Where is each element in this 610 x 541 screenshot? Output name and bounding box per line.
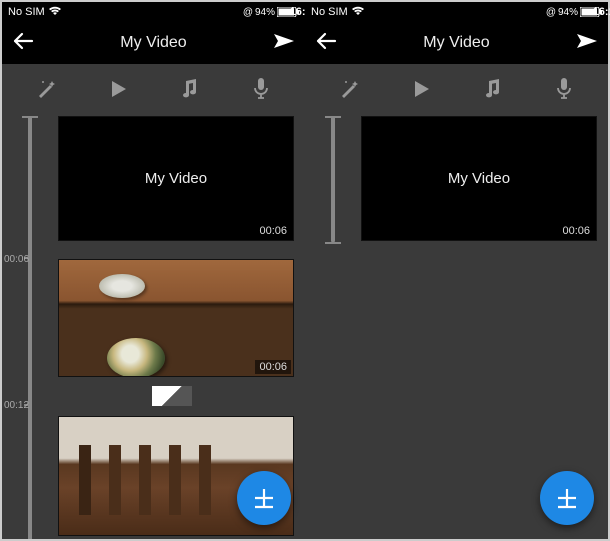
- editor-panel-right: No SIM 16:14 @ 94% My Video: [305, 2, 608, 539]
- status-bar: No SIM 16:14 @ 94%: [305, 2, 608, 22]
- timeline[interactable]: 00:06 00:12 My Video 00:06 00:06: [2, 114, 305, 539]
- carrier-label: No SIM: [311, 6, 348, 18]
- toolbar: [305, 64, 608, 114]
- mic-icon[interactable]: [241, 69, 281, 109]
- page-title: My Video: [423, 34, 489, 52]
- battery-label: 94%: [558, 7, 578, 18]
- transition-marker[interactable]: [152, 386, 192, 406]
- app-header: My Video: [305, 22, 608, 64]
- send-button[interactable]: [576, 32, 598, 55]
- time-label: 00:06: [4, 254, 29, 265]
- back-button[interactable]: [12, 32, 34, 55]
- music-icon[interactable]: [472, 69, 512, 109]
- status-left: No SIM: [311, 6, 365, 19]
- carrier-label: No SIM: [8, 6, 45, 18]
- timeline-ruler: [28, 116, 32, 539]
- page-title: My Video: [120, 34, 186, 52]
- battery-prefix: @: [243, 7, 253, 18]
- send-button[interactable]: [273, 32, 295, 55]
- clip-duration: 00:06: [558, 224, 594, 238]
- wifi-icon: [48, 6, 62, 19]
- status-left: No SIM: [8, 6, 62, 19]
- clip-duration: 00:06: [255, 360, 291, 374]
- clip-title-label: My Video: [145, 170, 207, 187]
- clip-video-1[interactable]: 00:06: [58, 259, 294, 377]
- status-bar: No SIM 16:14 @ 94%: [2, 2, 305, 22]
- add-clip-button[interactable]: [237, 471, 291, 525]
- battery-prefix: @: [546, 7, 556, 18]
- play-icon[interactable]: [98, 69, 138, 109]
- segment-cap-bottom: [325, 242, 341, 244]
- clip-title-card[interactable]: My Video 00:06: [361, 116, 597, 241]
- music-icon[interactable]: [169, 69, 209, 109]
- battery-label: 94%: [255, 7, 275, 18]
- back-button[interactable]: [315, 32, 337, 55]
- time-label: 00:12: [4, 400, 29, 411]
- play-icon[interactable]: [401, 69, 441, 109]
- mic-icon[interactable]: [544, 69, 584, 109]
- editor-panel-left: No SIM 16:14 @ 94% My Video: [2, 2, 305, 539]
- magic-wand-icon[interactable]: [329, 69, 369, 109]
- add-clip-button[interactable]: [540, 471, 594, 525]
- clock-label: 16:14: [593, 6, 610, 18]
- tick: [24, 116, 32, 118]
- timeline[interactable]: My Video 00:06: [305, 114, 608, 539]
- clip-title-card[interactable]: My Video 00:06: [58, 116, 294, 241]
- timeline-ruler: [331, 116, 335, 242]
- wifi-icon: [351, 6, 365, 19]
- clip-title-label: My Video: [448, 170, 510, 187]
- toolbar: [2, 64, 305, 114]
- app-header: My Video: [2, 22, 305, 64]
- magic-wand-icon[interactable]: [26, 69, 66, 109]
- clip-duration: 00:06: [255, 224, 291, 238]
